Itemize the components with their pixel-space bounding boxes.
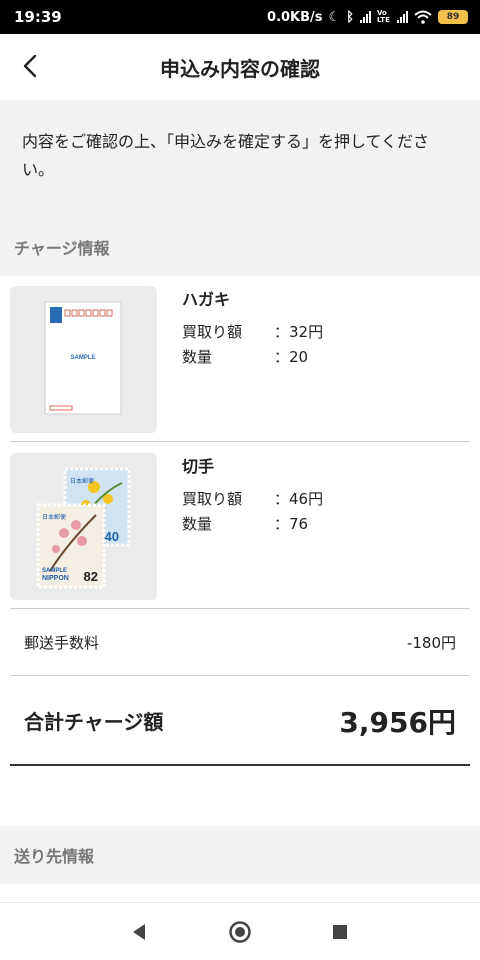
chevron-left-icon	[23, 54, 37, 78]
back-button[interactable]	[10, 46, 50, 86]
total-row: 合計チャージ額 3,956円	[10, 677, 470, 766]
system-nav-bar	[0, 902, 480, 960]
stamp-country-text: 日本郵便	[70, 477, 94, 485]
nav-home-icon	[229, 921, 251, 943]
stamp-sample-text: SAMPLE	[42, 568, 67, 574]
quantity-row: 数量 ：76	[182, 512, 323, 537]
list-item: SAMPLE ハガキ 買取り額 ：32円 数量 ：20	[10, 276, 470, 442]
page-title: 申込み内容の確認	[160, 56, 320, 81]
shipping-fee-label: 郵送手数料	[24, 634, 100, 652]
postcard-image: SAMPLE	[44, 301, 122, 415]
app-bar: 申込み内容の確認	[0, 34, 480, 100]
stamp-thumbnail: 日本郵便 140 日本郵便 SAMPLE NIPPON 82	[10, 453, 157, 600]
nav-back-icon	[133, 924, 145, 940]
status-icons: 0.0KB/s ☾ ᛒ Vo LTE 89	[267, 10, 468, 25]
stamp-nippon-text: NIPPON	[42, 575, 69, 582]
total-label: 合計チャージ額	[24, 710, 164, 734]
network-speed: 0.0KB/s	[267, 9, 323, 25]
item-name: 切手	[182, 457, 215, 476]
wifi-icon	[414, 10, 432, 24]
list-item: 日本郵便 140 日本郵便 SAMPLE NIPPON 82 切手 買取り額 ：…	[10, 443, 470, 609]
nav-home-button[interactable]	[225, 917, 255, 947]
total-value: 3,956円	[339, 705, 456, 739]
price-value: ：32円	[274, 323, 324, 341]
nav-recents-button[interactable]	[325, 917, 355, 947]
postcard-sample-text: SAMPLE	[70, 355, 95, 361]
signal-icon	[360, 11, 371, 23]
price-label: 買取り額	[182, 490, 243, 508]
quantity-label: 数量	[182, 515, 213, 533]
stamp-value-82: 82	[84, 569, 98, 584]
volte-icon: Vo LTE	[377, 9, 390, 24]
status-bar: 19:39 0.0KB/s ☾ ᛒ Vo LTE 89	[0, 0, 480, 34]
price-row: 買取り額 ：46円	[182, 487, 323, 512]
shipping-fee-row: 郵送手数料 -180円	[10, 610, 470, 676]
battery-icon: 89	[438, 10, 468, 24]
postcard-thumbnail: SAMPLE	[10, 286, 157, 433]
shipping-section-title: 送り先情報	[0, 826, 480, 884]
intro-message: 内容をご確認の上、「申込みを確定する」を押してください。	[0, 100, 480, 218]
quantity-value: ：20	[274, 348, 309, 366]
shipping-fee-value: -180円	[406, 634, 456, 652]
charge-section-title: チャージ情報	[0, 218, 480, 276]
quantity-label: 数量	[182, 348, 213, 366]
signal-icon-2	[397, 11, 408, 23]
quantity-row: 数量 ：20	[182, 345, 323, 370]
price-value: ：46円	[274, 490, 324, 508]
price-row: 買取り額 ：32円	[182, 320, 323, 345]
price-label: 買取り額	[182, 323, 243, 341]
nav-recents-icon	[333, 925, 347, 939]
stamp-country-text-2: 日本郵便	[42, 513, 66, 521]
item-name: ハガキ	[182, 290, 231, 309]
moon-icon: ☾	[328, 9, 341, 25]
item-info: 切手 買取り額 ：46円 数量 ：76	[182, 453, 323, 537]
bluetooth-icon: ᛒ	[346, 9, 354, 25]
quantity-value: ：76	[274, 515, 309, 533]
nav-back-button[interactable]	[124, 917, 154, 947]
stamp-image: 日本郵便 140 日本郵便 SAMPLE NIPPON 82	[36, 467, 131, 589]
status-time: 19:39	[14, 8, 62, 26]
item-info: ハガキ 買取り額 ：32円 数量 ：20	[182, 286, 323, 370]
